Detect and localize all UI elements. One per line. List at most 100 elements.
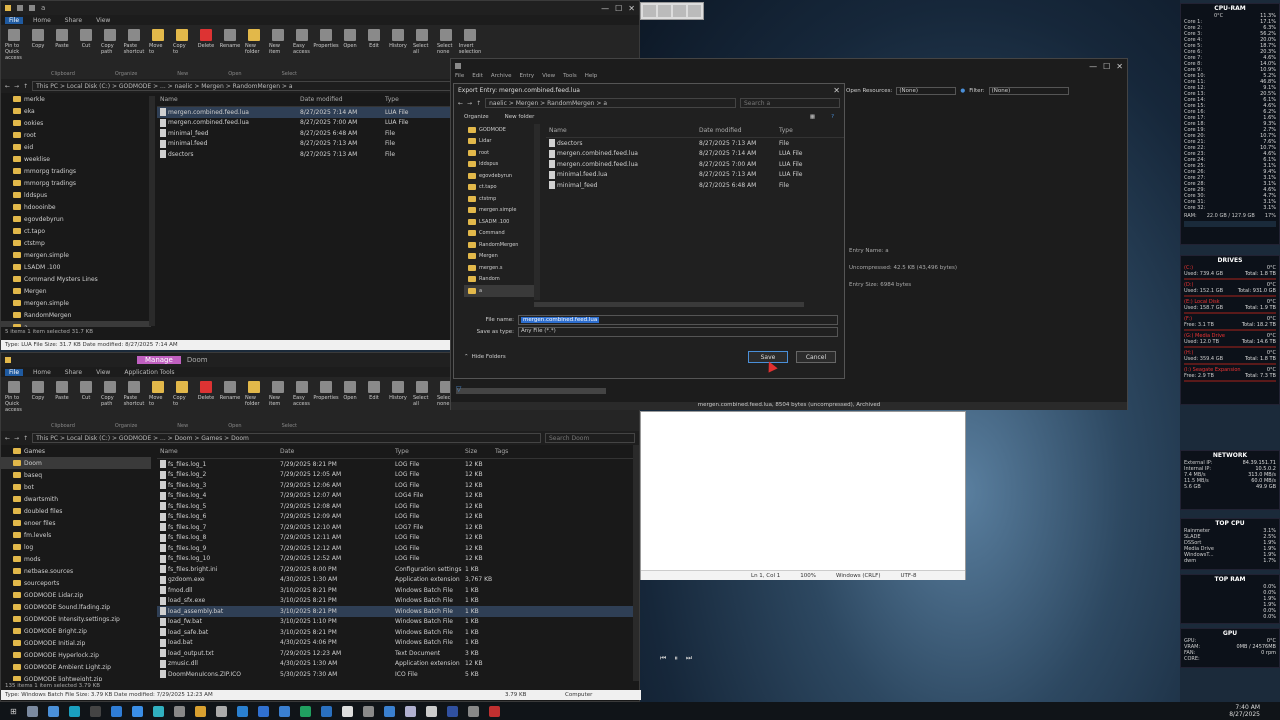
- table-row[interactable]: DoomMenuIcons.ZIP.ICO 5/30/2025 7:30 AM IC…: [157, 669, 633, 680]
- tree-item[interactable]: mmorpg tradings: [1, 165, 151, 177]
- tree-item[interactable]: lddspus: [1, 189, 151, 201]
- column-header-type[interactable]: Type: [392, 448, 462, 455]
- tree-item[interactable]: enoer files: [1, 517, 151, 529]
- column-header-name[interactable]: Name: [157, 96, 297, 103]
- tree-item[interactable]: dwartsmith: [1, 493, 151, 505]
- store-icon[interactable]: [215, 705, 227, 717]
- tree-item[interactable]: GODMODE Lidar.zip: [1, 589, 151, 601]
- ribbon-tab-file[interactable]: File: [5, 368, 24, 376]
- back-icon[interactable]: ←: [5, 435, 10, 442]
- up-icon[interactable]: ↑: [476, 100, 481, 107]
- open-resource-select[interactable]: (None): [896, 87, 957, 95]
- forward-icon[interactable]: →: [467, 100, 472, 107]
- ribbon-tab-home[interactable]: Home: [29, 17, 55, 24]
- history-button[interactable]: History: [389, 29, 407, 49]
- list-scrollbar[interactable]: [633, 445, 639, 681]
- new-item-button[interactable]: New item: [269, 29, 287, 55]
- app3-icon[interactable]: [446, 705, 458, 717]
- slade-icon[interactable]: [404, 705, 416, 717]
- toolbar-button[interactable]: [688, 5, 701, 17]
- column-header-date[interactable]: Date: [277, 448, 392, 455]
- menu-item-view[interactable]: View: [542, 73, 555, 83]
- tree-item[interactable]: mergen.simple: [1, 249, 151, 261]
- tree-item[interactable]: GODMODE Hyperlock.zip: [1, 649, 151, 661]
- select-none-button[interactable]: Select none: [437, 29, 455, 55]
- open-button[interactable]: Open: [341, 381, 359, 401]
- table-row[interactable]: fs_files.log_9 7/29/2025 12:12 AM LOG File…: [157, 543, 633, 554]
- pause-icon[interactable]: ⏸: [674, 654, 678, 663]
- table-row[interactable]: load_fw.bat 3/10/2025 1:10 PM Windows Batc…: [157, 617, 633, 628]
- hide-folders-icon[interactable]: ⌃: [464, 354, 469, 360]
- ribbon-tab-view[interactable]: View: [92, 17, 114, 24]
- cut-button[interactable]: Cut: [77, 381, 95, 401]
- tree-item[interactable]: doubled files: [1, 505, 151, 517]
- maximize-icon[interactable]: ☐: [615, 4, 622, 13]
- select-all-button[interactable]: Select all: [413, 381, 431, 407]
- dialog-tree-item[interactable]: Command: [464, 228, 534, 240]
- table-row[interactable]: fs_files.log_5 7/29/2025 12:08 AM LOG File…: [157, 501, 633, 512]
- tree-item[interactable]: a: [1, 321, 151, 327]
- table-row[interactable]: fmod.dll 3/10/2025 8:21 PM Windows Batch F…: [157, 585, 633, 596]
- table-row[interactable]: load_output.txt 7/29/2025 12:23 AM Text Do…: [157, 648, 633, 659]
- rename-button[interactable]: Rename: [220, 381, 240, 401]
- forward-icon[interactable]: →: [14, 83, 19, 90]
- photos-icon[interactable]: [152, 705, 164, 717]
- open-button[interactable]: Open: [341, 29, 359, 49]
- easy-access-button[interactable]: Easy access: [293, 29, 311, 55]
- tree-item[interactable]: netbase.sources: [1, 565, 151, 577]
- edge-browser-icon[interactable]: [131, 705, 143, 717]
- app-icon[interactable]: [278, 705, 290, 717]
- view-icon[interactable]: ▦: [810, 114, 815, 120]
- copy-button[interactable]: Copy: [29, 29, 47, 49]
- table-row[interactable]: fs_files.log_7 7/29/2025 12:10 AM LOG7 Fil…: [157, 522, 633, 533]
- table-row[interactable]: zmusic.dll 4/30/2025 1:30 AM Application e…: [157, 659, 633, 670]
- paste-button[interactable]: Paste: [53, 381, 71, 401]
- dialog-horizontal-scrollbar[interactable]: [534, 302, 804, 307]
- new-item-button[interactable]: New item: [269, 381, 287, 407]
- table-row[interactable]: fs_files.log_3 7/29/2025 12:06 AM LOG File…: [157, 480, 633, 491]
- copy-path-button[interactable]: Copy path: [101, 381, 119, 407]
- column-header-size[interactable]: Size: [462, 448, 492, 455]
- menu-item-file[interactable]: File: [455, 73, 464, 83]
- tree-item[interactable]: egovdebyrun: [1, 213, 151, 225]
- forward-icon[interactable]: →: [14, 435, 19, 442]
- toolbar-button[interactable]: [673, 5, 686, 17]
- minimize-icon[interactable]: —: [1089, 62, 1097, 71]
- table-row[interactable]: dsectors 8/27/2025 7:13 AM File: [546, 138, 844, 149]
- dialog-tree-item[interactable]: Mergen: [464, 251, 534, 263]
- next-icon[interactable]: ⏭: [686, 654, 692, 663]
- filter-select[interactable]: (None): [988, 87, 1069, 95]
- close-icon[interactable]: ✕: [833, 86, 840, 95]
- new-folder-button[interactable]: New folder: [505, 114, 535, 120]
- paste-shortcut-button[interactable]: Paste shortcut: [124, 29, 144, 55]
- column-header-type[interactable]: Type: [776, 127, 836, 134]
- dialog-tree-item[interactable]: mergen.s: [464, 262, 534, 274]
- easy-access-button[interactable]: Easy access: [293, 381, 311, 407]
- vscode-icon[interactable]: [320, 705, 332, 717]
- table-row[interactable]: minimal_feed 8/27/2025 6:48 AM File: [546, 180, 844, 191]
- move-to-button[interactable]: Move to: [149, 29, 167, 55]
- table-row[interactable]: fs_files.log_8 7/29/2025 12:11 AM LOG File…: [157, 533, 633, 544]
- app4-icon[interactable]: [467, 705, 479, 717]
- tree-item[interactable]: Command Mysters Lines: [1, 273, 151, 285]
- tree-item[interactable]: mergen.simple: [1, 297, 151, 309]
- file-explorer-taskbar-icon[interactable]: [47, 705, 59, 717]
- tree-item[interactable]: Mergen: [1, 285, 151, 297]
- tree-item[interactable]: GODMODE Ambient Light.zip: [1, 661, 151, 673]
- properties-button[interactable]: Properties: [313, 29, 339, 49]
- toolbar-button[interactable]: [643, 5, 656, 17]
- terminal-icon[interactable]: [89, 705, 101, 717]
- column-header-date-modified[interactable]: Date modified: [696, 127, 776, 134]
- tree-item[interactable]: mods: [1, 553, 151, 565]
- edge-icon[interactable]: [68, 705, 80, 717]
- organize-button[interactable]: Organize: [464, 114, 489, 120]
- copy-button[interactable]: Copy: [29, 381, 47, 401]
- table-row[interactable]: fs_files.log_4 7/29/2025 12:07 AM LOG4 Fil…: [157, 491, 633, 502]
- pin-button[interactable]: Pin to Quick access: [5, 29, 23, 61]
- table-row[interactable]: fs_files.log_10 7/29/2025 12:52 AM LOG Fil…: [157, 554, 633, 565]
- menu-item-archive[interactable]: Archive: [491, 73, 512, 83]
- menu-item-entry[interactable]: Entry: [519, 73, 534, 83]
- task-view-icon[interactable]: [26, 705, 38, 717]
- settings-icon[interactable]: [362, 705, 374, 717]
- close-icon[interactable]: ✕: [1116, 62, 1123, 71]
